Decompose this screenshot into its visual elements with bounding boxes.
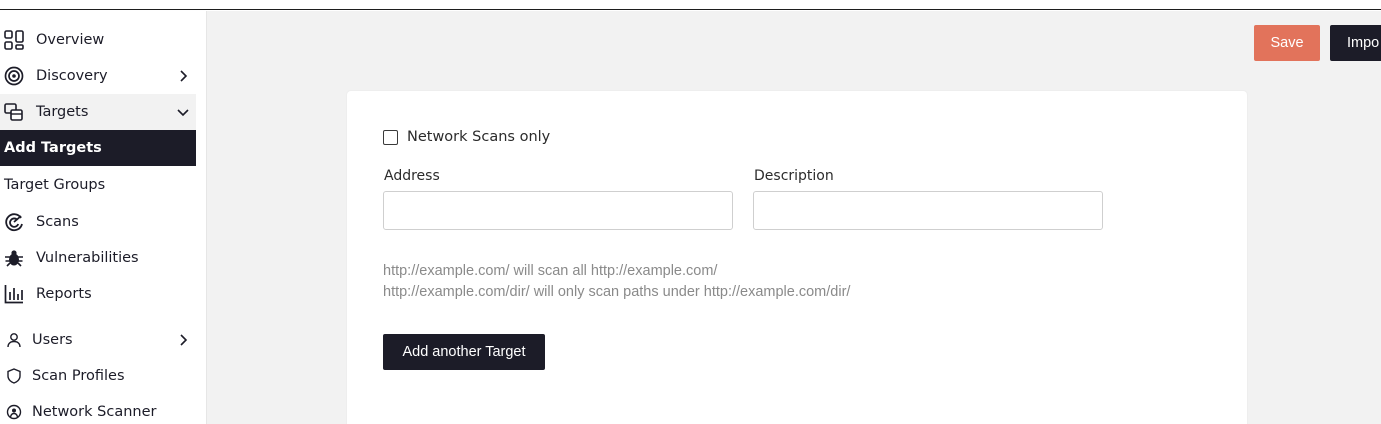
chevron-right-icon xyxy=(176,69,190,83)
sidebar-item-label: Reports xyxy=(36,286,92,302)
top-border xyxy=(0,0,1381,10)
import-button[interactable]: Impo xyxy=(1330,25,1381,61)
sidebar-item-scans[interactable]: Scans xyxy=(0,204,196,240)
sidebar-item-label: Overview xyxy=(36,32,105,48)
address-label: Address xyxy=(384,168,440,184)
sidebar-item-add-targets[interactable]: Add Targets xyxy=(0,130,196,166)
save-button[interactable]: Save xyxy=(1254,25,1320,61)
sidebar-item-scan-profiles[interactable]: Scan Profiles xyxy=(0,358,196,394)
sidebar-item-overview[interactable]: Overview xyxy=(0,22,196,58)
sidebar-item-label: Discovery xyxy=(36,68,108,84)
description-label: Description xyxy=(754,168,834,184)
network-scans-only-row[interactable]: Network Scans only xyxy=(383,129,550,145)
grid-icon xyxy=(4,30,24,50)
hint-text-line-1: http://example.com/ will scan all http:/… xyxy=(383,263,718,279)
sidebar-item-label: Scans xyxy=(36,214,79,230)
sidebar: Overview Discovery Targets Add Targets T… xyxy=(0,11,207,424)
sidebar-item-targets[interactable]: Targets xyxy=(0,94,196,130)
network-scanner-icon xyxy=(4,402,24,422)
targets-icon xyxy=(4,102,24,122)
network-scans-only-checkbox[interactable] xyxy=(383,129,398,145)
target-icon xyxy=(4,66,24,86)
sidebar-item-label: Scan Profiles xyxy=(32,368,125,384)
hint-text-line-2: http://example.com/dir/ will only scan p… xyxy=(383,284,851,300)
scans-icon xyxy=(4,212,24,232)
add-target-form: Network Scans only Address Description h… xyxy=(347,91,1247,424)
address-input[interactable] xyxy=(383,191,733,230)
sidebar-item-discovery[interactable]: Discovery xyxy=(0,58,196,94)
chevron-right-icon xyxy=(176,333,190,347)
user-icon xyxy=(4,330,24,350)
sidebar-item-target-groups[interactable]: Target Groups xyxy=(0,167,196,203)
toolbar: Save Impo xyxy=(207,11,1381,74)
sidebar-item-label: Vulnerabilities xyxy=(36,250,139,266)
bug-icon xyxy=(4,248,24,268)
main-content: Save Impo Network Scans only Address Des… xyxy=(207,11,1381,424)
shield-icon xyxy=(4,366,24,386)
sidebar-item-label: Users xyxy=(32,332,73,348)
description-input[interactable] xyxy=(753,191,1103,230)
add-another-target-button[interactable]: Add another Target xyxy=(383,334,545,370)
network-scans-only-label: Network Scans only xyxy=(407,129,551,145)
reports-icon xyxy=(4,284,24,304)
sidebar-item-label: Network Scanner xyxy=(32,404,157,420)
sidebar-item-reports[interactable]: Reports xyxy=(0,276,196,312)
sidebar-item-vulnerabilities[interactable]: Vulnerabilities xyxy=(0,240,196,276)
sidebar-item-network-scanner[interactable]: Network Scanner xyxy=(0,394,196,424)
sidebar-item-label: Target Groups xyxy=(4,177,106,193)
chevron-down-icon xyxy=(176,105,190,119)
sidebar-item-label: Targets xyxy=(36,104,89,120)
sidebar-item-users[interactable]: Users xyxy=(0,322,196,358)
sidebar-item-label: Add Targets xyxy=(4,140,102,156)
